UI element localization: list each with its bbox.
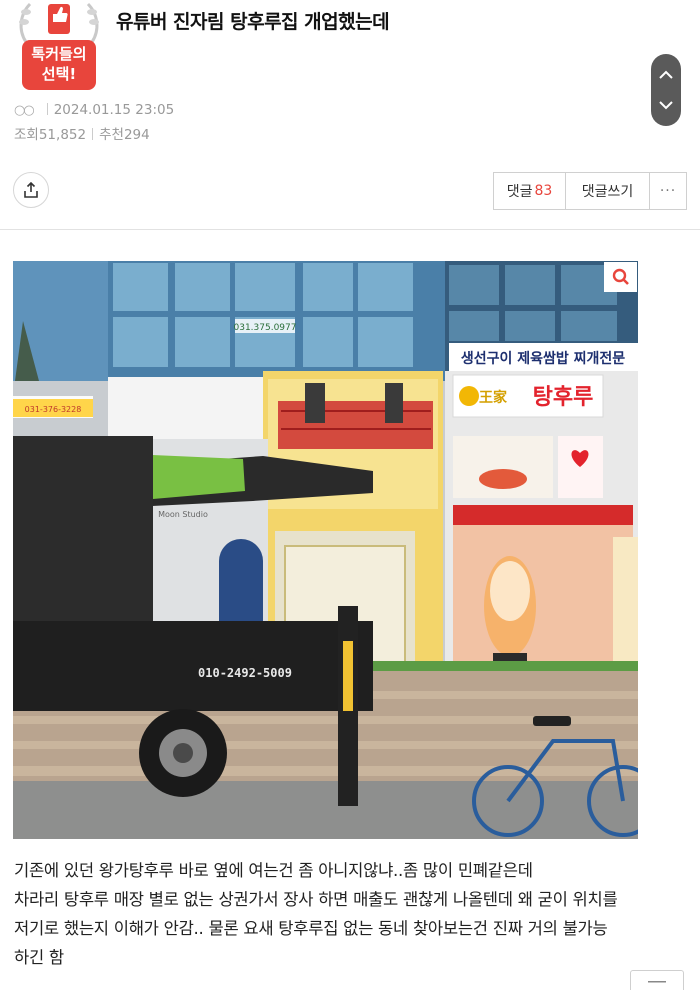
post-body: 기존에 있던 왕가탕후루 바로 옆에 여는건 좀 아니지않냐..좀 많이 민폐같…	[14, 856, 694, 972]
body-line: 차라리 탕후루 매장 별로 없는 상권가서 장사 하면 매출도 괜찮게 나올텐데…	[14, 890, 618, 909]
glass-phone: 031.375.0977	[234, 323, 297, 333]
floating-button[interactable]	[630, 970, 684, 990]
post-title: 유튜버 진자림 탕후루집 개업했는데	[116, 11, 390, 33]
recommend-count: 294	[123, 127, 150, 143]
left-phone: 031-376-3228	[25, 405, 82, 414]
comments-count: 83	[534, 183, 553, 199]
scroll-control	[651, 54, 681, 126]
popular-badge: 톡커들의 선택!	[14, 0, 104, 92]
studio-sign: Moon Studio	[158, 510, 208, 519]
chevron-down-icon	[659, 101, 673, 110]
thumbs-up-icon	[48, 4, 70, 34]
post-actions: 댓글 83 댓글쓰기 ···	[493, 172, 687, 210]
post-stats: 조회51,852 추천294	[14, 123, 150, 143]
views-count: 51,852	[38, 127, 87, 143]
post-meta: ○○ 2024.01.15 23:05	[14, 102, 174, 118]
user-icon: ○○	[14, 103, 35, 118]
badge-label: 톡커들의 선택!	[22, 40, 96, 90]
scroll-down-button[interactable]	[651, 90, 681, 120]
shop-name: 탕후루	[533, 385, 594, 410]
more-button[interactable]: ···	[650, 173, 686, 209]
share-button[interactable]	[13, 172, 49, 208]
scroll-up-button[interactable]	[651, 60, 681, 90]
minus-icon	[648, 981, 666, 983]
body-line: 저기로 했는지 이해가 안감.. 물론 요새 탕후루집 없는 동네 찾아보는건 …	[14, 919, 608, 938]
search-icon	[612, 268, 629, 285]
views-label: 조회	[14, 127, 39, 143]
chevron-up-icon	[659, 70, 673, 79]
shop-brand: 王家	[479, 389, 508, 406]
comments-button[interactable]: 댓글 83	[494, 173, 566, 209]
body-line: 하긴 함	[14, 948, 64, 967]
zoom-button[interactable]	[604, 262, 637, 292]
write-comment-button[interactable]: 댓글쓰기	[566, 173, 650, 209]
body-line: 기존에 있던 왕가탕후루 바로 옆에 여는건 좀 아니지않냐..좀 많이 민폐같…	[14, 861, 533, 880]
share-icon	[24, 182, 38, 198]
truck-phone: 010-2492-5009	[198, 666, 292, 680]
post-image[interactable]: 031.375.0977 생선구이 제육쌈밥 찌개전문 Moon Studio …	[13, 261, 638, 839]
recommend-label: 추천	[99, 127, 124, 143]
post-datetime: 2024.01.15 23:05	[53, 102, 175, 118]
restaurant-sign: 생선구이 제육쌈밥 찌개전문	[461, 350, 625, 367]
divider	[0, 229, 700, 230]
